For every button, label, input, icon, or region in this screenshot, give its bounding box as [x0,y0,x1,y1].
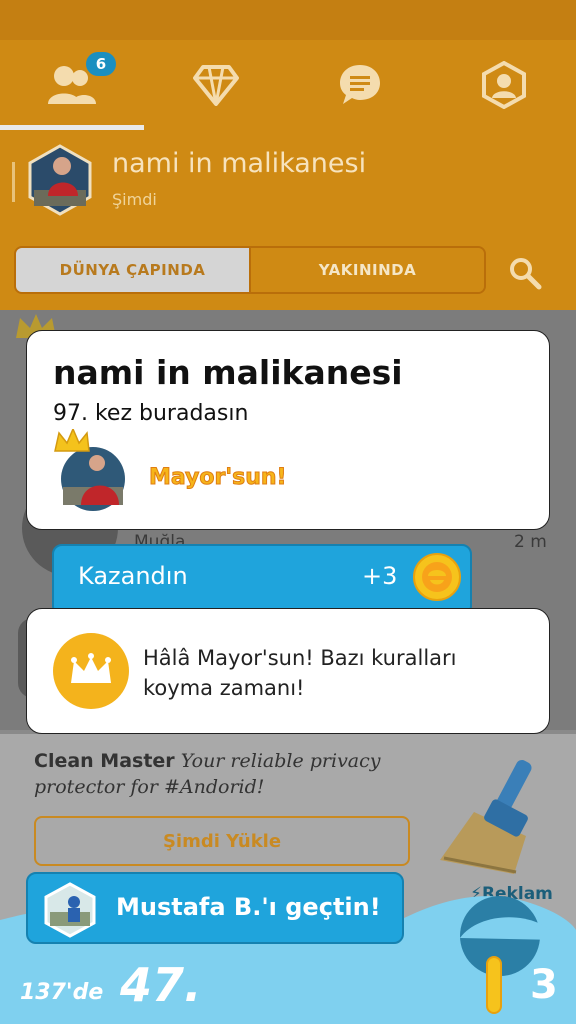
passed-user-avatar [44,882,96,938]
crown-badge [53,633,129,709]
status-bar [0,0,576,40]
broom-icon [440,759,532,874]
coin-count: 3 [530,962,558,1008]
rank-total: 137'de [20,980,104,1005]
visit-count: 97. kez buradasın [53,401,249,426]
checkin-time: Şimdi [112,190,157,209]
mayor-notice-card: Hâlâ Mayor'sun! Bazı kuralları koyma zam… [26,608,550,734]
ad-brand: Clean Master [34,750,175,772]
mayor-avatar [54,429,125,511]
passed-user-banner[interactable]: Mustafa B.'ı geçtin! [26,872,404,944]
reward-banner: Kazandın +3 [52,544,472,616]
search-icon[interactable] [508,256,542,290]
nearby-tab[interactable]: YAKININDA [249,248,484,292]
worldwide-tab[interactable]: DÜNYA ÇAPINDA [16,248,249,292]
tab-messages[interactable] [288,40,432,130]
checkin-row[interactable]: nami in malikanesi Şimdi [0,130,576,232]
checkin-venue-name: nami in malikanesi [112,148,367,179]
install-button[interactable]: Şimdi Yükle [34,816,410,866]
user-avatar [28,144,92,216]
list-distance: 2 m [514,532,547,552]
tab-bar: 6 [0,40,576,130]
filter-row: DÜNYA ÇAPINDA YAKININDA [0,232,576,310]
profile-icon [482,61,526,109]
coin-icon [486,956,502,1014]
rank-position: 47. [120,958,202,1012]
tab-friends[interactable]: 6 [0,40,144,130]
tab-profile[interactable] [432,40,576,130]
tab-badges[interactable] [144,40,288,130]
notification-badge: 6 [86,52,116,76]
reward-label: Kazandın [78,562,188,590]
mayor-label: Mayor'sun! [149,465,288,491]
venue-title: nami in malikanesi [53,353,403,392]
reward-points: +3 [362,562,398,590]
venue-popup-card: nami in malikanesi 97. kez buradasın May… [26,330,550,530]
chat-icon [340,65,380,104]
crown-icon [71,653,111,683]
checkin-indicator [12,162,15,202]
passed-user-text: Mustafa B.'ı geçtin! [116,893,381,921]
scope-segmented-control: DÜNYA ÇAPINDA YAKININDA [14,246,486,294]
mayor-notice-text: Hâlâ Mayor'sun! Bazı kuralları koyma zam… [143,646,457,700]
coin-icon [413,553,461,601]
diamond-icon [193,65,239,106]
ad-text: Clean Master Your reliable privacy prote… [34,748,394,800]
